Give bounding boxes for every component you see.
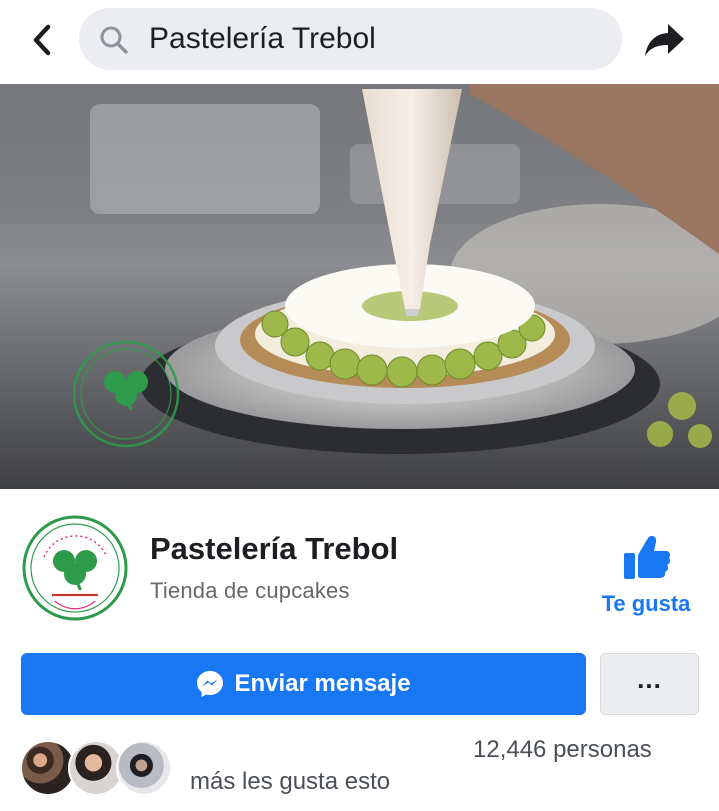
like-label: Te gusta	[601, 591, 691, 616]
page-category[interactable]: Tienda de cupcakes	[150, 578, 350, 604]
send-message-label: Enviar mensaje	[234, 670, 411, 697]
search-bar[interactable]	[79, 8, 622, 70]
share-button[interactable]	[640, 18, 690, 62]
cover-photo[interactable]	[0, 84, 719, 489]
cover-photo-image	[0, 84, 719, 489]
likes-count-subtext: más les gusta esto	[190, 768, 391, 795]
top-bar	[0, 0, 719, 82]
friend-avatars[interactable]	[20, 740, 172, 796]
send-message-button-content: Enviar mensaje	[196, 670, 411, 698]
likes-count-text[interactable]: 12,446 personas	[473, 736, 652, 764]
messenger-icon	[197, 671, 224, 697]
page-logo[interactable]	[22, 515, 128, 621]
more-options-button[interactable]: ...	[600, 653, 699, 715]
send-message-button[interactable]: Enviar mensaje	[21, 653, 586, 715]
share-arrow-icon	[645, 24, 684, 56]
more-options-label: ...	[637, 664, 662, 694]
like-button[interactable]: Te gusta	[594, 533, 698, 623]
thumbs-up-icon	[624, 535, 670, 579]
trebol-logo-image	[22, 515, 128, 621]
avatar	[116, 740, 172, 796]
search-icon	[100, 26, 128, 54]
chevron-left-icon	[33, 24, 51, 56]
page-title: Pastelería Trebol	[150, 531, 399, 566]
back-button[interactable]	[22, 18, 62, 62]
search-input[interactable]	[149, 8, 609, 70]
